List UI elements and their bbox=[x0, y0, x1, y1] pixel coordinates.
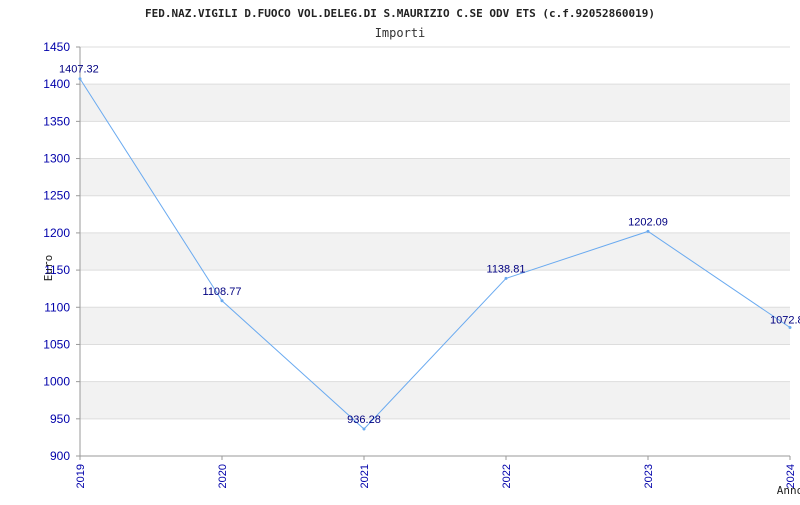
x-tick-label: 2021 bbox=[359, 464, 371, 488]
data-point bbox=[362, 427, 366, 431]
y-tick-label: 1450 bbox=[43, 40, 70, 54]
y-tick-label: 1350 bbox=[43, 114, 70, 128]
y-tick-label: 1300 bbox=[43, 152, 70, 166]
grid-band bbox=[80, 158, 790, 196]
y-tick-label: 1100 bbox=[44, 300, 70, 314]
chart-subtitle: Importi bbox=[375, 26, 426, 40]
y-tick-label: 950 bbox=[50, 412, 70, 426]
grid-band bbox=[80, 232, 790, 271]
data-label: 936.28 bbox=[347, 414, 381, 426]
y-tick-label: 900 bbox=[50, 449, 70, 463]
x-tick-labels: 2019 2020 2021 2022 2023 2024 bbox=[75, 456, 797, 488]
data-point bbox=[220, 299, 224, 303]
x-axis-label: Anno bbox=[777, 484, 800, 497]
y-tick-label: 1200 bbox=[43, 226, 70, 240]
x-tick-label: 2020 bbox=[217, 464, 229, 488]
y-tick-label: 1250 bbox=[43, 189, 70, 203]
data-label: 1407.32 bbox=[59, 64, 99, 76]
y-tick-labels: 9009501000105011001150120012501300135014… bbox=[43, 40, 80, 463]
x-tick-label: 2019 bbox=[75, 464, 87, 488]
x-tick-label: 2022 bbox=[501, 464, 513, 488]
data-label: 1138.81 bbox=[487, 263, 526, 275]
y-tick-label: 1050 bbox=[43, 337, 70, 351]
grid-band bbox=[80, 307, 790, 345]
data-label: 1202.09 bbox=[628, 216, 668, 228]
chart-title: FED.NAZ.VIGILI D.FUOCO VOL.DELEG.DI S.MA… bbox=[145, 7, 655, 20]
line-chart: FED.NAZ.VIGILI D.FUOCO VOL.DELEG.DI S.MA… bbox=[42, 7, 800, 497]
x-tick-label: 2023 bbox=[643, 464, 655, 488]
y-axis-label: Euro bbox=[42, 255, 55, 282]
data-point bbox=[646, 229, 650, 233]
grid-band bbox=[80, 84, 790, 122]
data-label: 1108.77 bbox=[203, 286, 242, 298]
data-point bbox=[504, 276, 508, 280]
grid-band bbox=[80, 381, 790, 419]
plot-bands bbox=[80, 84, 790, 419]
y-tick-label: 1400 bbox=[43, 77, 70, 91]
y-tick-label: 1000 bbox=[43, 375, 70, 389]
data-point bbox=[78, 77, 82, 81]
data-label: 1072.8 bbox=[770, 314, 800, 326]
chart: FED.NAZ.VIGILI D.FUOCO VOL.DELEG.DI S.MA… bbox=[0, 0, 800, 500]
